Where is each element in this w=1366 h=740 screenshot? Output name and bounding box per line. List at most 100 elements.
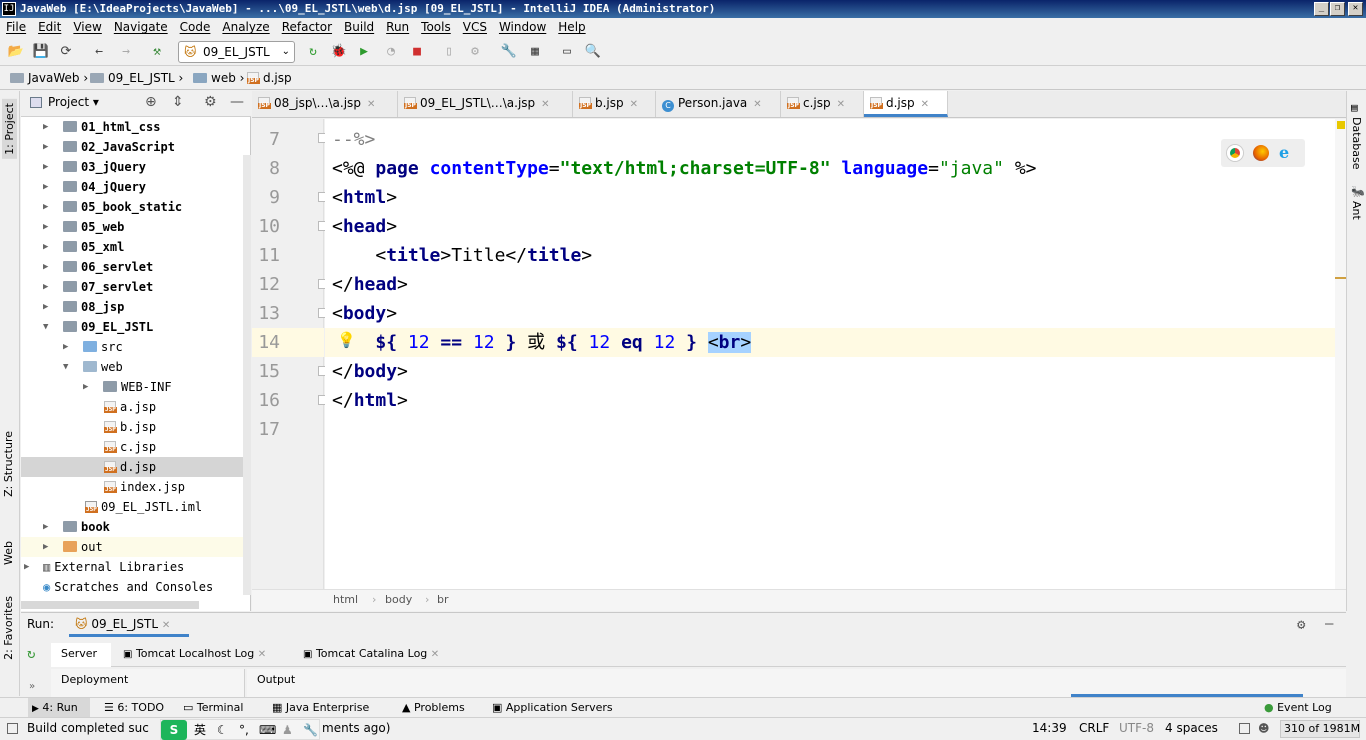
tree-item[interactable]: ▶ 06_servlet bbox=[21, 257, 251, 277]
caret-position[interactable]: 14:39 bbox=[1032, 718, 1067, 739]
tree-item[interactable]: c.jsp bbox=[21, 437, 251, 457]
tab-person-java[interactable]: C Person.java ✕ bbox=[656, 91, 781, 117]
gear-icon[interactable]: ⚙ bbox=[204, 94, 217, 110]
tree-item[interactable]: ▶ 07_servlet bbox=[21, 277, 251, 297]
tree-item[interactable]: 09_EL_JSTL.iml bbox=[21, 497, 251, 517]
tree-item[interactable]: ▶ 01_html_css bbox=[21, 117, 251, 137]
sogou-ime-icon[interactable]: S bbox=[161, 720, 187, 740]
tab-09-el-jstl-a[interactable]: 09_EL_JSTL\…\a.jsp✕ bbox=[398, 91, 573, 117]
restore-icon[interactable]: ❐ bbox=[1330, 2, 1345, 16]
database-tool-button[interactable]: Database bbox=[1350, 117, 1363, 170]
project-structure-icon[interactable]: ▦ bbox=[526, 44, 544, 60]
project-scrollbar[interactable] bbox=[243, 155, 251, 595]
menu-build[interactable]: Build bbox=[344, 20, 374, 34]
skin-icon[interactable]: ♟ bbox=[282, 720, 293, 740]
crumb-body[interactable]: body bbox=[385, 590, 412, 610]
tree-item[interactable]: ▶ src bbox=[21, 337, 251, 357]
rerun-icon[interactable]: ↻ bbox=[304, 44, 322, 60]
attach-icon[interactable]: ▯ bbox=[440, 44, 458, 60]
close-tab-icon[interactable]: ✕ bbox=[367, 99, 375, 110]
tree-item[interactable]: ▶ 04_jQuery bbox=[21, 177, 251, 197]
tree-item[interactable]: b.jsp bbox=[21, 417, 251, 437]
tree-item[interactable]: ▶ 08_jsp bbox=[21, 297, 251, 317]
tree-item[interactable]: ▶ 05_book_static bbox=[21, 197, 251, 217]
breadcrumb-web[interactable]: web › bbox=[193, 68, 244, 88]
tree-item[interactable]: ▼ 09_EL_JSTL bbox=[21, 317, 251, 337]
terminal-window-icon[interactable]: ▭ bbox=[558, 44, 576, 60]
lock-icon[interactable] bbox=[1239, 723, 1250, 734]
chrome-icon[interactable] bbox=[1227, 145, 1243, 161]
app-servers-tool-button[interactable]: ▣ Application Servers bbox=[492, 698, 613, 717]
status-toggle-icon[interactable] bbox=[7, 723, 18, 734]
breadcrumb-file[interactable]: d.jsp bbox=[247, 68, 292, 88]
save-icon[interactable]: 💾 bbox=[32, 44, 50, 60]
close-icon[interactable]: ✕ bbox=[1348, 2, 1363, 16]
ant-tool-button[interactable]: Ant bbox=[1350, 201, 1363, 220]
favorites-tool-button[interactable]: 2: Favorites bbox=[2, 596, 15, 660]
tab-b-jsp[interactable]: b.jsp✕ bbox=[573, 91, 656, 117]
tab-c-jsp[interactable]: c.jsp✕ bbox=[781, 91, 864, 117]
menu-vcs[interactable]: VCS bbox=[463, 20, 487, 34]
memory-indicator[interactable]: 310 of 1981M bbox=[1280, 720, 1360, 738]
ime-mode-label[interactable]: 英 bbox=[194, 720, 206, 740]
event-log-tool-button[interactable]: ● Event Log bbox=[1264, 698, 1332, 717]
rerun-icon[interactable]: ↻ bbox=[27, 646, 35, 662]
structure-tool-button[interactable]: Z: Structure bbox=[2, 431, 15, 497]
tab-localhost-log[interactable]: ▣ Tomcat Localhost Log ✕ bbox=[123, 643, 266, 666]
editor-error-stripe[interactable] bbox=[1335, 119, 1346, 589]
moon-icon[interactable]: ☾ bbox=[217, 720, 228, 740]
java-enterprise-tool-button[interactable]: ▦ Java Enterprise bbox=[272, 698, 369, 717]
tree-item[interactable]: ◉ Scratches and Consoles bbox=[21, 577, 251, 597]
close-tab-icon[interactable]: ✕ bbox=[431, 649, 439, 660]
menu-file[interactable]: File bbox=[6, 20, 26, 34]
minimize-icon[interactable]: _ bbox=[1314, 2, 1329, 16]
lightbulb-icon[interactable]: 💡 bbox=[337, 331, 356, 349]
gear-icon[interactable]: ⚙ bbox=[1297, 617, 1305, 633]
tab-server[interactable]: Server bbox=[51, 643, 111, 667]
tree-item[interactable]: ▼ web bbox=[21, 357, 251, 377]
tab-d-jsp-active[interactable]: d.jsp✕ bbox=[864, 91, 948, 117]
menu-window[interactable]: Window bbox=[499, 20, 546, 34]
run-config-select[interactable]: 🐱 09_EL_JSTL ⌄ bbox=[178, 41, 295, 63]
code-editor[interactable]: --%> <%@ page contentType="text/html;cha… bbox=[325, 119, 1335, 589]
web-tool-button[interactable]: Web bbox=[2, 541, 15, 565]
tree-item[interactable]: ▶ book bbox=[21, 517, 251, 537]
menu-refactor[interactable]: Refactor bbox=[282, 20, 332, 34]
tools-icon[interactable]: 🔧 bbox=[303, 720, 318, 740]
menu-help[interactable]: Help bbox=[558, 20, 585, 34]
terminal-tool-button[interactable]: ▭ Terminal bbox=[183, 698, 243, 717]
hide-icon[interactable]: — bbox=[230, 94, 244, 110]
error-stripe-mark[interactable] bbox=[1335, 277, 1346, 279]
tree-item-selected[interactable]: d.jsp bbox=[21, 457, 251, 477]
stop-icon[interactable]: ■ bbox=[408, 44, 426, 60]
ie-icon[interactable]: e bbox=[1279, 143, 1289, 162]
hide-icon[interactable]: — bbox=[1325, 616, 1333, 632]
close-tab-icon[interactable]: ✕ bbox=[753, 99, 761, 110]
crumb-br[interactable]: br bbox=[437, 590, 449, 610]
tree-item[interactable]: ▶ 03_jQuery bbox=[21, 157, 251, 177]
project-tool-button[interactable]: 1: Project bbox=[2, 99, 17, 159]
tree-item[interactable]: ▶ 05_xml bbox=[21, 237, 251, 257]
tree-item[interactable]: ▶ 02_JavaScript bbox=[21, 137, 251, 157]
back-icon[interactable]: ← bbox=[90, 44, 108, 60]
close-tab-icon[interactable]: ✕ bbox=[162, 620, 170, 631]
vcs-icon[interactable]: ⚙ bbox=[466, 44, 484, 60]
crumb-html[interactable]: html bbox=[333, 590, 358, 610]
line-separator[interactable]: CRLF bbox=[1079, 718, 1109, 739]
indent-setting[interactable]: 4 spaces bbox=[1165, 718, 1218, 739]
search-icon[interactable]: 🔍 bbox=[584, 44, 602, 60]
menu-view[interactable]: View bbox=[73, 20, 101, 34]
close-tab-icon[interactable]: ✕ bbox=[258, 649, 266, 660]
run-tool-button[interactable]: ▶ 4: Run bbox=[28, 698, 90, 717]
warning-marker-icon[interactable] bbox=[1337, 121, 1345, 129]
debug-icon[interactable]: 🐞 bbox=[330, 44, 348, 60]
profile-icon[interactable]: ◔ bbox=[382, 44, 400, 60]
menu-tools[interactable]: Tools bbox=[421, 20, 451, 34]
inspector-icon[interactable]: ☻ bbox=[1258, 723, 1270, 735]
breadcrumb-module[interactable]: 09_EL_JSTL › bbox=[90, 68, 183, 88]
tree-item[interactable]: ▶ out bbox=[21, 537, 251, 557]
open-folder-icon[interactable]: 📂 bbox=[7, 44, 25, 60]
tab-08-jsp-a[interactable]: 08_jsp\…\a.jsp✕ bbox=[252, 91, 398, 117]
close-tab-icon[interactable]: ✕ bbox=[837, 99, 845, 110]
menu-navigate[interactable]: Navigate bbox=[114, 20, 168, 34]
